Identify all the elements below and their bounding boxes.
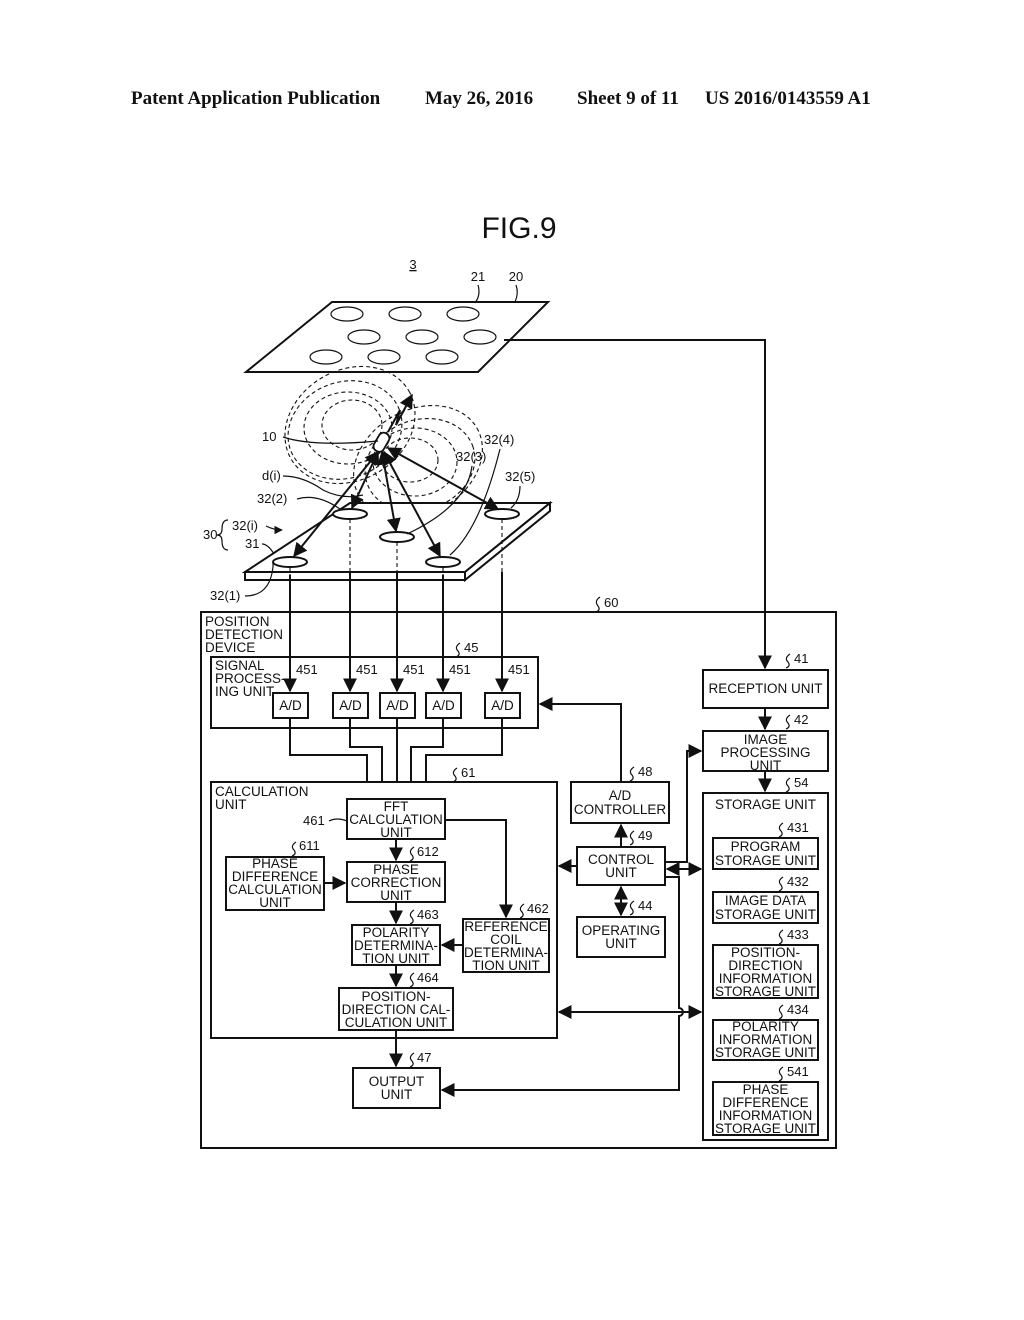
fft-ref: 461 (303, 813, 325, 828)
phase-correction-label: UNIT (380, 888, 412, 903)
phase-correction-ref: 612 (417, 844, 439, 859)
ad-label: A/D (386, 698, 409, 713)
ad-label: A/D (432, 698, 455, 713)
ad-ref: 451 (356, 662, 378, 677)
image-processing-label: UNIT (750, 758, 782, 773)
system-ref: 3 (409, 257, 416, 272)
position-direction-ref: 464 (417, 970, 439, 985)
output-label: UNIT (381, 1087, 413, 1102)
control-ref: 49 (638, 828, 652, 843)
polarity-storage-ref: 434 (787, 1002, 809, 1017)
ad-label: A/D (279, 698, 302, 713)
phase-difference-storage-label: STORAGE UNIT (715, 1121, 816, 1136)
operating-ref: 44 (638, 898, 652, 913)
display-ref: 20 (509, 269, 523, 284)
coil-1-ref: 32(1) (210, 588, 240, 603)
program-storage-ref: 431 (787, 820, 809, 835)
ad-controller-label: CONTROLLER (574, 802, 667, 817)
distance-label: d(i) (262, 468, 281, 483)
phase-difference-storage-ref: 541 (787, 1064, 809, 1079)
position-direction-storage-ref: 433 (787, 927, 809, 942)
coil-4 (425, 556, 461, 568)
magnetization-arrow (387, 393, 413, 433)
polarity-ref: 463 (417, 907, 439, 922)
position-direction-storage-label: STORAGE UNIT (715, 984, 816, 999)
reception-ref: 41 (794, 651, 808, 666)
control-label: UNIT (605, 865, 637, 880)
ad-ref: 451 (296, 662, 318, 677)
coil-4-ref: 32(4) (484, 432, 514, 447)
ad-ref: 451 (449, 662, 471, 677)
image-data-storage-label: IMAGE DATA (725, 893, 806, 908)
output-ref: 47 (417, 1050, 431, 1065)
program-storage-label: PROGRAM (731, 839, 801, 854)
position-direction-label: CULATION UNIT (345, 1015, 448, 1030)
coil-board-ref: 31 (245, 536, 259, 551)
polarity-label: TION UNIT (362, 951, 430, 966)
program-storage-label: STORAGE UNIT (715, 853, 816, 868)
reception-label: RECEPTION UNIT (708, 681, 822, 696)
ad-label: A/D (491, 698, 514, 713)
coil-generic-ref: 32(i) (232, 518, 258, 533)
image-data-storage-label: STORAGE UNIT (715, 907, 816, 922)
ad-label: A/D (339, 698, 362, 713)
display-element-ref: 21 (471, 269, 485, 284)
phase-difference-ref: 611 (299, 838, 320, 853)
signal-processing-label: ING UNIT (215, 684, 274, 699)
coil-unit-ref: 30 (203, 527, 217, 542)
brace (216, 519, 229, 551)
capsule (372, 431, 391, 453)
coil-2 (332, 508, 368, 520)
coil-1 (272, 556, 308, 568)
display-panel (243, 301, 551, 373)
device-label-line: DEVICE (205, 640, 255, 655)
ad-controller-ref: 48 (638, 764, 652, 779)
fft-label: UNIT (380, 825, 412, 840)
ad-ref: 451 (403, 662, 425, 677)
coil-5-ref: 32(5) (505, 469, 535, 484)
storage-label: STORAGE UNIT (715, 797, 816, 812)
operating-label: UNIT (605, 936, 637, 951)
reference-coil-label: TION UNIT (472, 958, 540, 973)
calculation-label: UNIT (215, 797, 247, 812)
device-ref: 60 (604, 595, 618, 610)
ad-controller-label: A/D (609, 788, 632, 803)
reference-coil-ref: 462 (527, 901, 549, 916)
storage-ref: 54 (794, 775, 808, 790)
ad-ref: 451 (508, 662, 530, 677)
polarity-storage-label: STORAGE UNIT (715, 1045, 816, 1060)
capsule-ref: 10 (262, 429, 276, 444)
phase-difference-label: UNIT (259, 895, 291, 910)
coil-5 (484, 508, 520, 520)
signal-processing-ref: 45 (464, 640, 478, 655)
image-processing-ref: 42 (794, 712, 808, 727)
block-diagram: FIG.9 3 21 20 10 d(i) 32(2) 32(3) 32(4) … (200, 212, 837, 1149)
coil-2-ref: 32(2) (257, 491, 287, 506)
figure-title: FIG.9 (481, 212, 556, 245)
calculation-ref: 61 (461, 765, 475, 780)
coil-3-ref: 32(3) (456, 449, 486, 464)
image-data-storage-ref: 432 (787, 874, 809, 889)
